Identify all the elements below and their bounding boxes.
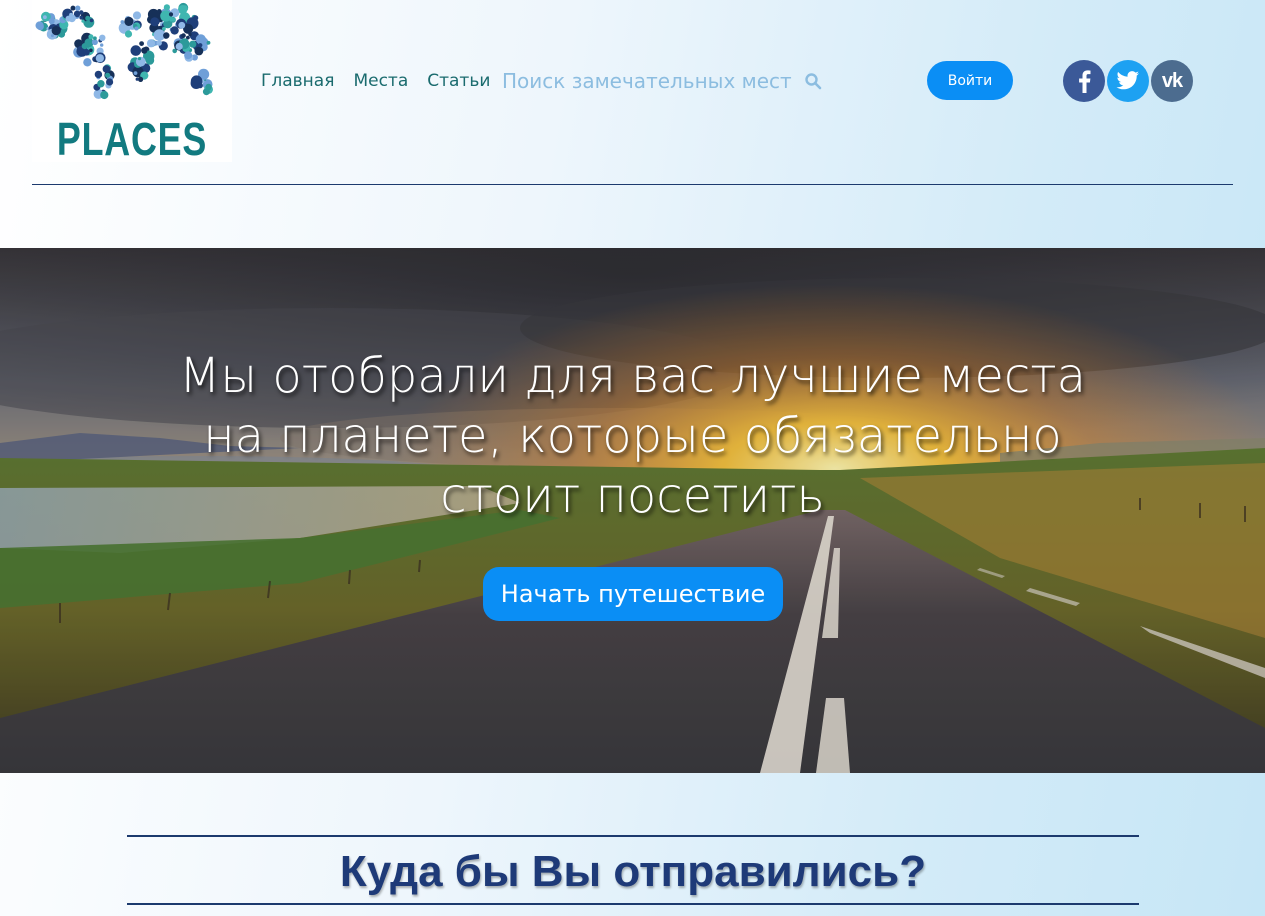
- search-input[interactable]: [502, 69, 802, 93]
- hero-title-line: на планете, которые обязательно: [203, 408, 1062, 464]
- social-links: vk: [1063, 60, 1193, 102]
- nav-home-link[interactable]: Главная: [261, 70, 334, 92]
- logo-text: PLACES: [56, 113, 208, 165]
- section-divider-top: [127, 835, 1139, 837]
- facebook-icon[interactable]: [1063, 60, 1105, 102]
- start-journey-button[interactable]: Начать путешествие: [483, 567, 783, 621]
- search-icon[interactable]: [804, 72, 822, 90]
- section-divider-bottom: [127, 903, 1139, 905]
- search-box: [502, 69, 822, 93]
- vk-icon[interactable]: vk: [1151, 60, 1193, 102]
- site-logo[interactable]: PLACES: [32, 0, 232, 165]
- vk-label: vk: [1161, 69, 1183, 92]
- nav-places-link[interactable]: Места: [353, 70, 408, 92]
- header-divider: [32, 184, 1233, 185]
- twitter-icon[interactable]: [1107, 60, 1149, 102]
- world-map-dots-icon: [35, 2, 213, 100]
- main-nav: Главная Места Статьи: [261, 70, 490, 92]
- section-title: Куда бы Вы отправились?: [339, 847, 927, 896]
- hero-title: Мы отобрали для вас лучшие места на план…: [0, 346, 1265, 526]
- hero-title-line: стоит посетить: [440, 468, 825, 524]
- login-button[interactable]: Войти: [927, 61, 1013, 100]
- hero-banner: Мы отобрали для вас лучшие места на план…: [0, 248, 1265, 773]
- hero-title-line: Мы отобрали для вас лучшие места: [178, 348, 1087, 404]
- nav-articles-link[interactable]: Статьи: [427, 70, 490, 92]
